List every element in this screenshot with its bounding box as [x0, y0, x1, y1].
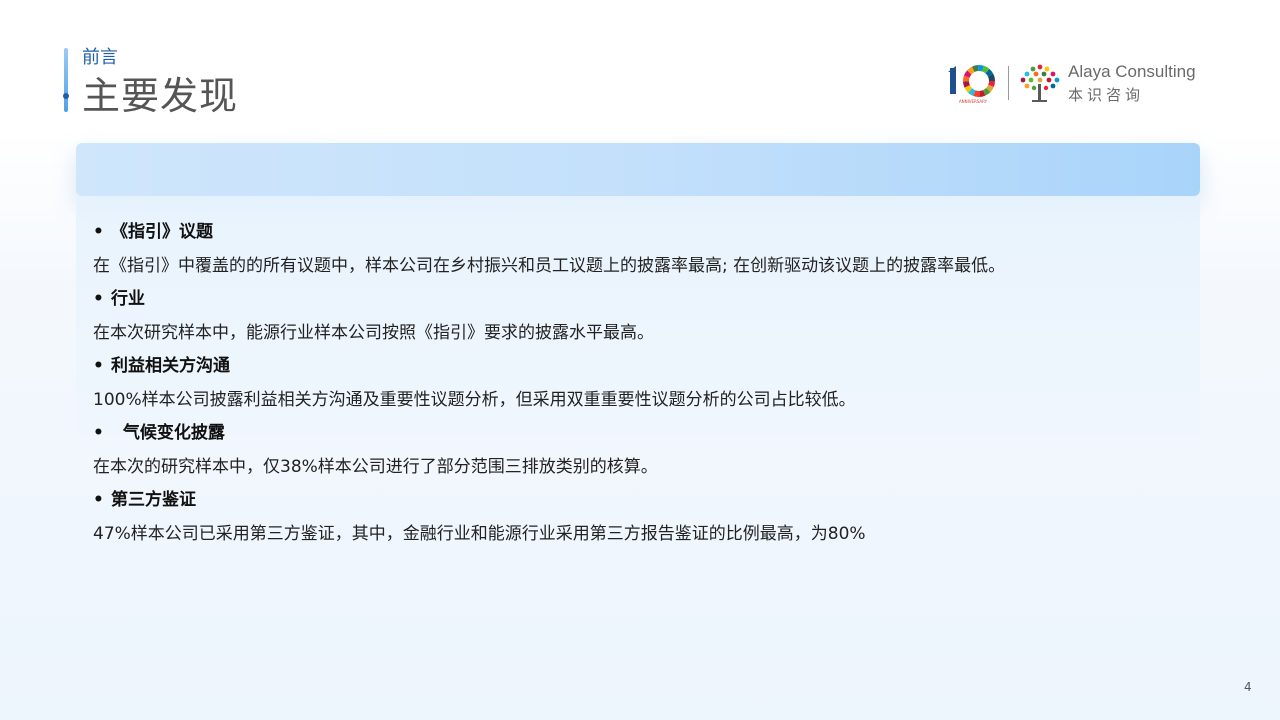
- bullet-marker: •: [93, 423, 104, 443]
- page-title: 主要发现: [82, 74, 239, 118]
- company-name-en: Alaya Consulting: [1068, 62, 1196, 81]
- finding-heading: • 《指引》议题: [93, 216, 1173, 249]
- title-accent-dot: [63, 93, 69, 99]
- company-name-cn: 本识咨询: [1068, 86, 1145, 104]
- bullet-marker: •: [93, 289, 104, 309]
- company-logo: ANNIVERSARY Alaya Consulting 本识咨询: [948, 60, 1200, 106]
- finding-heading-text: 气候变化披露: [111, 423, 225, 443]
- finding-heading-text: 第三方鉴证: [111, 490, 196, 510]
- finding-body: 在本次的研究样本中，仅38%样本公司进行了部分范围三排放类别的核算。: [93, 457, 658, 477]
- bullet-marker: •: [93, 222, 104, 242]
- title-accent-bar: [64, 48, 68, 112]
- finding-item: • 第三方鉴证 47%样本公司已采用第三方鉴证，其中，金融行业和能源行业采用第三方…: [93, 484, 1173, 551]
- finding-item: • 《指引》议题 在《指引》中覆盖的的所有议题中，样本公司在乡村振兴和员工议题上的…: [93, 216, 1173, 283]
- logo-divider: [1008, 66, 1009, 100]
- finding-heading: • 利益相关方沟通: [93, 350, 1173, 383]
- finding-heading: • 第三方鉴证: [93, 484, 1173, 517]
- finding-item: • 气候变化披露 在本次的研究样本中，仅38%样本公司进行了部分范围三排放类别的…: [93, 417, 1173, 484]
- section-subtitle: 前言: [82, 47, 118, 68]
- finding-item: • 行业 在本次研究样本中，能源行业样本公司按照《指引》要求的披露水平最高。: [93, 283, 1173, 350]
- slide: 前言 主要发现 ANNIVERSARY Alaya Consulting 本识咨…: [0, 0, 1280, 720]
- bullet-marker: •: [93, 490, 104, 510]
- ten-anniversary-icon: ANNIVERSARY: [948, 65, 995, 104]
- page-number: 4: [1244, 680, 1252, 694]
- findings-list: • 《指引》议题 在《指引》中覆盖的的所有议题中，样本公司在乡村振兴和员工议题上的…: [93, 216, 1173, 551]
- bullet-marker: •: [93, 356, 104, 376]
- finding-item: • 利益相关方沟通 100%样本公司披露利益相关方沟通及重要性议题分析，但采用双重…: [93, 350, 1173, 417]
- finding-body: 47%样本公司已采用第三方鉴证，其中，金融行业和能源行业采用第三方报告鉴证的比例…: [93, 524, 866, 544]
- finding-body: 100%样本公司披露利益相关方沟通及重要性议题分析，但采用双重重要性议题分析的公…: [93, 390, 856, 410]
- finding-heading: • 气候变化披露: [93, 417, 1173, 450]
- finding-body: 在本次研究样本中，能源行业样本公司按照《指引》要求的披露水平最高。: [93, 323, 654, 343]
- header-banner: [76, 143, 1200, 196]
- finding-heading: • 行业: [93, 283, 1173, 316]
- tree-logo-icon: [1020, 64, 1060, 102]
- finding-heading-text: 《指引》议题: [111, 222, 213, 242]
- finding-heading-text: 利益相关方沟通: [111, 356, 230, 376]
- finding-heading-text: 行业: [111, 289, 145, 309]
- finding-body: 在《指引》中覆盖的的所有议题中，样本公司在乡村振兴和员工议题上的披露率最高; 在…: [93, 256, 1006, 276]
- anniversary-label: ANNIVERSARY: [959, 99, 988, 104]
